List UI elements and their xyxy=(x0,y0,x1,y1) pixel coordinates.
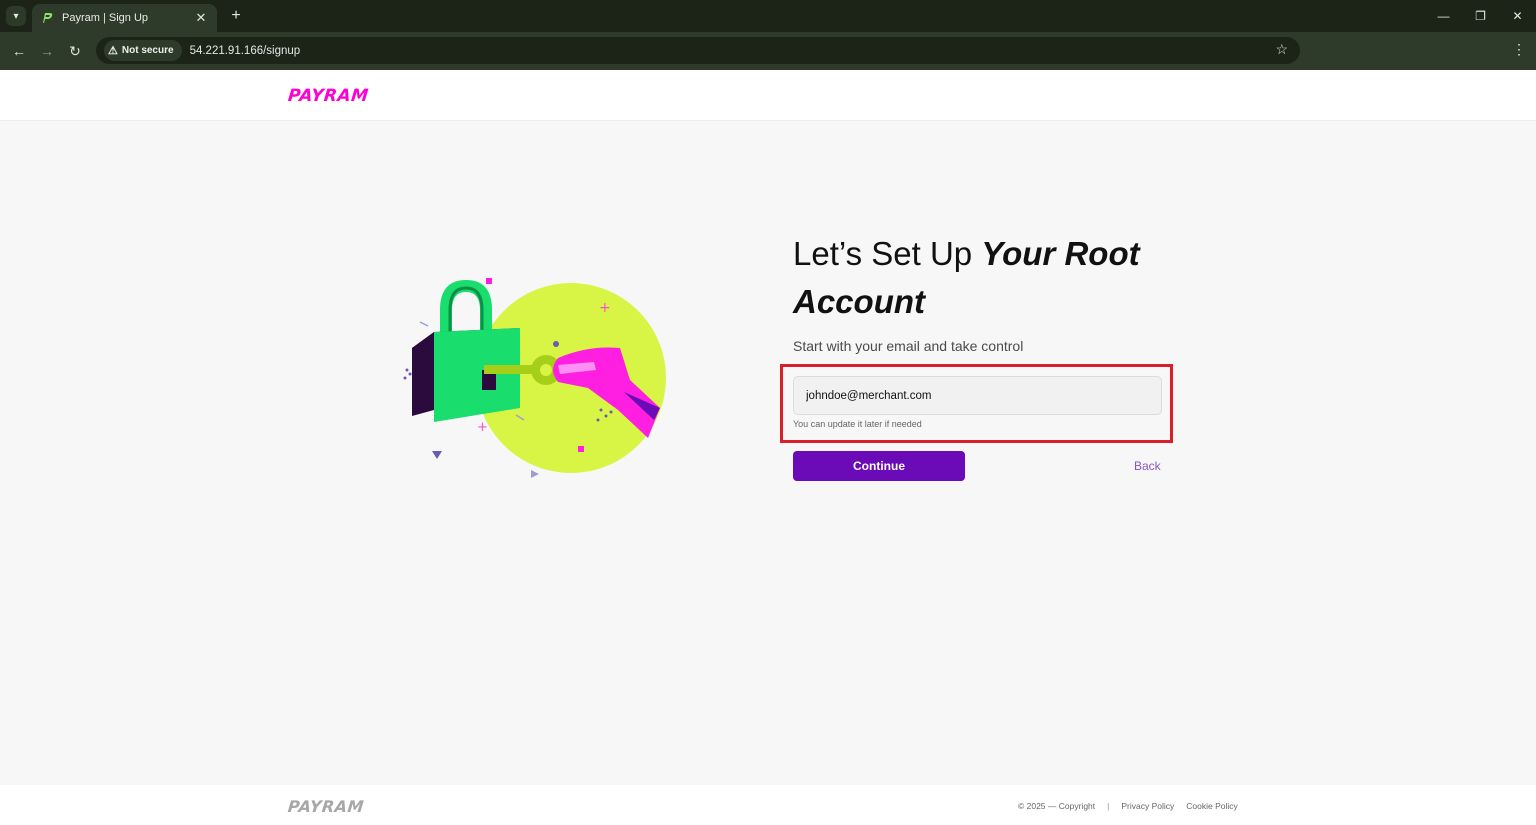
email-field[interactable] xyxy=(793,376,1162,415)
footer-separator: | xyxy=(1107,801,1110,811)
security-indicator[interactable]: ⚠ Not secure xyxy=(104,40,182,61)
email-helper-text: You can update it later if needed xyxy=(793,419,922,429)
browser-toolbar: ← → ↻ ⚠ Not secure 54.221.91.166/signup … xyxy=(0,32,1536,70)
page-title: Let’s Set Up Your Root Account xyxy=(793,230,1173,326)
window-controls: — ❐ ✕ xyxy=(1425,0,1536,32)
address-bar[interactable]: ⚠ Not secure 54.221.91.166/signup ☆ xyxy=(96,37,1300,64)
lock-and-key-illustration: + + xyxy=(403,278,666,478)
privacy-policy-link[interactable]: Privacy Policy xyxy=(1121,801,1174,811)
restore-icon[interactable]: ❐ xyxy=(1462,0,1499,32)
browser-tab-bar: ▾ Payram | Sign Up ✕ + — ❐ ✕ xyxy=(0,0,1536,32)
site-header: PAYRAM xyxy=(0,70,1536,121)
minimize-icon[interactable]: — xyxy=(1425,0,1462,32)
cookie-policy-link[interactable]: Cookie Policy xyxy=(1186,801,1238,811)
url-text[interactable]: 54.221.91.166/signup xyxy=(190,45,301,57)
new-tab-button[interactable]: + xyxy=(226,6,246,26)
browser-tab[interactable]: Payram | Sign Up ✕ xyxy=(32,4,217,32)
payram-logo[interactable]: PAYRAM xyxy=(287,86,370,106)
close-icon[interactable]: ✕ xyxy=(1499,0,1536,32)
tab-search-chevron-icon[interactable]: ▾ xyxy=(6,6,26,26)
svg-text:+: + xyxy=(477,420,488,435)
site-footer: PAYRAM © 2025 — Copyright | Privacy Poli… xyxy=(0,785,1536,825)
browser-menu-icon[interactable]: ⋮ xyxy=(1512,41,1526,58)
footer-logo[interactable]: PAYRAM xyxy=(287,797,365,816)
warning-icon: ⚠ xyxy=(108,45,118,57)
title-plain: Let’s Set Up xyxy=(793,235,982,272)
reload-icon[interactable]: ↻ xyxy=(64,40,86,62)
tab-title: Payram | Sign Up xyxy=(62,12,149,24)
security-label: Not secure xyxy=(121,45,174,56)
signup-form: Let’s Set Up Your Root Account Start wit… xyxy=(793,230,1173,354)
svg-text:+: + xyxy=(599,300,611,316)
copyright-text: © 2025 — Copyright xyxy=(1018,801,1096,811)
payram-favicon-icon xyxy=(43,13,53,23)
bookmark-star-icon[interactable]: ☆ xyxy=(1275,41,1288,58)
back-link[interactable]: Back xyxy=(1134,459,1161,473)
continue-button[interactable]: Continue xyxy=(793,451,965,481)
tab-close-icon[interactable]: ✕ xyxy=(193,10,209,26)
forward-arrow-icon[interactable]: → xyxy=(36,40,58,62)
back-arrow-icon[interactable]: ← xyxy=(8,40,30,62)
page-subtitle: Start with your email and take control xyxy=(793,338,1024,354)
footer-links: © 2025 — Copyright | Privacy Policy Cook… xyxy=(1018,801,1250,811)
